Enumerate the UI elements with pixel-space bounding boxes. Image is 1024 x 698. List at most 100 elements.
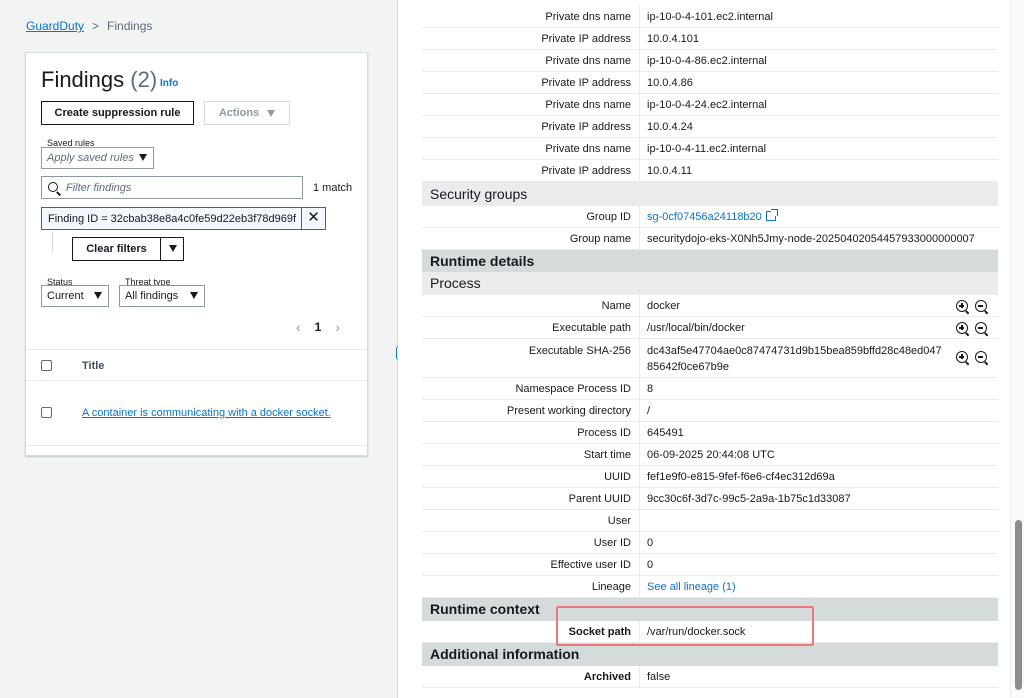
detail-row: Group name securitydojo-eks-X0Nh5Jmy-node… — [422, 228, 998, 250]
filter-token-text: Finding ID = 32cbab38e8a4c0fe59d22eb3f78… — [48, 213, 297, 225]
row-divider — [639, 532, 640, 554]
sha-line-1: dc43af5e47704ae0c87474731d9b15bea859bffd… — [647, 345, 942, 357]
detail-row: Effective user ID 0 — [422, 554, 998, 576]
detail-key: Private IP address — [541, 165, 631, 177]
detail-value: 10.0.4.86 — [647, 77, 693, 89]
row-divider — [639, 6, 640, 28]
detail-key: Parent UUID — [568, 493, 631, 505]
row-divider — [639, 576, 640, 598]
table-row-divider — [26, 445, 367, 446]
status-value: Current — [47, 290, 84, 302]
detail-key: Private IP address — [541, 121, 631, 133]
clear-filters-button[interactable]: Clear filters — [73, 238, 161, 260]
token-connector — [52, 231, 53, 253]
table-header: Title — [26, 349, 367, 381]
archived-key: Archived — [583, 671, 631, 683]
chevron-down-icon — [190, 292, 198, 299]
filter-placeholder: Filter findings — [66, 182, 132, 194]
row-divider — [639, 160, 640, 182]
detail-value: /usr/local/bin/docker — [647, 322, 745, 334]
detail-row: Private dns name ip-10-0-4-24.ec2.interna… — [422, 94, 998, 116]
archived-value: false — [647, 671, 671, 683]
detail-row: Private IP address 10.0.4.11 — [422, 160, 998, 182]
row-divider — [639, 228, 640, 250]
zoom-in-icon[interactable] — [956, 351, 968, 363]
detail-value: 8 — [647, 383, 654, 395]
zoom-out-icon[interactable] — [975, 322, 987, 334]
zoom-in-icon[interactable] — [956, 322, 968, 334]
row-divider — [639, 339, 640, 378]
chevron-right-icon[interactable]: › — [335, 319, 340, 335]
filter-findings-input[interactable]: Filter findings — [41, 176, 303, 199]
detail-value: 0 — [647, 559, 654, 571]
threat-type-select[interactable]: All findings — [119, 285, 205, 307]
detail-value: 645491 — [647, 427, 684, 439]
chevron-left-icon[interactable]: ‹ — [296, 319, 301, 335]
pagination: ‹ 1 › — [296, 319, 340, 335]
detail-row: User ID 0 — [422, 532, 998, 554]
detail-value: ip-10-0-4-11.ec2.internal — [647, 143, 767, 155]
section-heading-security-groups: Security groups — [422, 182, 998, 206]
chevron-down-icon[interactable] — [169, 245, 177, 252]
row-checkbox[interactable] — [41, 407, 52, 418]
detail-value: docker — [647, 300, 681, 312]
lineage-link[interactable]: See all lineage (1) — [647, 579, 736, 595]
filter-token: Finding ID = 32cbab38e8a4c0fe59d22eb3f78… — [41, 207, 326, 230]
findings-panel: Findings (2) Info Create suppression rul… — [25, 52, 368, 456]
status-select[interactable]: Current — [41, 285, 109, 307]
page-number[interactable]: 1 — [315, 320, 322, 334]
row-divider — [639, 466, 640, 488]
row-divider — [639, 94, 640, 116]
detail-row: UUID fef1e9f0-e815-9fef-f6e6-cf4ec312d69a — [422, 466, 998, 488]
clear-filters-split-button: Clear filters — [72, 237, 184, 261]
detail-value: 10.0.4.24 — [647, 121, 693, 133]
row-divider — [639, 400, 640, 422]
detail-key: User ID — [593, 537, 631, 549]
group-id-value: sg-0cf07456a24118b20 — [647, 211, 762, 223]
create-suppression-rule-button[interactable]: Create suppression rule — [41, 101, 194, 125]
select-all-checkbox[interactable] — [41, 360, 52, 371]
detail-value: ip-10-0-4-101.ec2.internal — [647, 11, 773, 23]
detail-row: Parent UUID 9cc30c6f-3d7c-99c5-2a9a-1b75c… — [422, 488, 998, 510]
close-icon[interactable]: ✕ — [301, 207, 325, 230]
detail-value: fef1e9f0-e815-9fef-f6e6-cf4ec312d69a — [647, 471, 835, 483]
section-heading-runtime-details: Runtime details — [422, 250, 998, 272]
section-heading-additional-information: Additional information — [422, 643, 998, 666]
row-divider — [639, 138, 640, 160]
group-id-link[interactable]: sg-0cf07456a24118b20 — [647, 209, 778, 225]
chevron-down-icon — [94, 292, 102, 299]
detail-key: Group ID — [586, 211, 631, 223]
row-divider — [639, 666, 640, 688]
findings-title: Findings — [41, 67, 125, 92]
info-link[interactable]: Info — [160, 78, 178, 89]
finding-title-link[interactable]: A container is communicating with a dock… — [82, 407, 331, 419]
detail-value: ip-10-0-4-86.ec2.internal — [647, 55, 767, 67]
detail-row: Private dns name ip-10-0-4-11.ec2.interna… — [422, 138, 998, 160]
breadcrumb-guardduty-link[interactable]: GuardDuty — [26, 19, 84, 33]
findings-count: (2) — [130, 67, 158, 92]
detail-key: Effective user ID — [550, 559, 632, 571]
detail-row: Executable path/usr/local/bin/docker — [422, 317, 998, 339]
zoom-out-icon[interactable] — [975, 300, 987, 312]
detail-row: Process ID 645491 — [422, 422, 998, 444]
column-header-title[interactable]: Title — [82, 360, 104, 372]
row-divider — [639, 206, 640, 228]
actions-button[interactable]: Actions — [204, 101, 290, 125]
detail-row: Private dns name ip-10-0-4-86.ec2.interna… — [422, 50, 998, 72]
match-count: 1 match — [313, 182, 353, 194]
saved-rules-select[interactable]: Apply saved rules — [41, 147, 154, 169]
section-heading-process: Process — [422, 272, 998, 295]
detail-key: Name — [601, 300, 631, 312]
detail-row: Start time 06-09-2025 20:44:08 UTC — [422, 444, 998, 466]
scrollbar-thumb[interactable] — [1015, 520, 1022, 690]
detail-key: UUID — [604, 471, 631, 483]
row-divider — [639, 295, 640, 317]
detail-key: Start time — [583, 449, 631, 461]
zoom-out-icon[interactable] — [975, 351, 987, 363]
zoom-in-icon[interactable] — [956, 300, 968, 312]
breadcrumb: GuardDuty > Findings — [26, 19, 152, 33]
row-divider — [639, 72, 640, 94]
detail-row: Private IP address 10.0.4.24 — [422, 116, 998, 138]
detail-row: Group ID sg-0cf07456a24118b20 — [422, 206, 998, 228]
detail-key: Executable path — [552, 322, 631, 334]
